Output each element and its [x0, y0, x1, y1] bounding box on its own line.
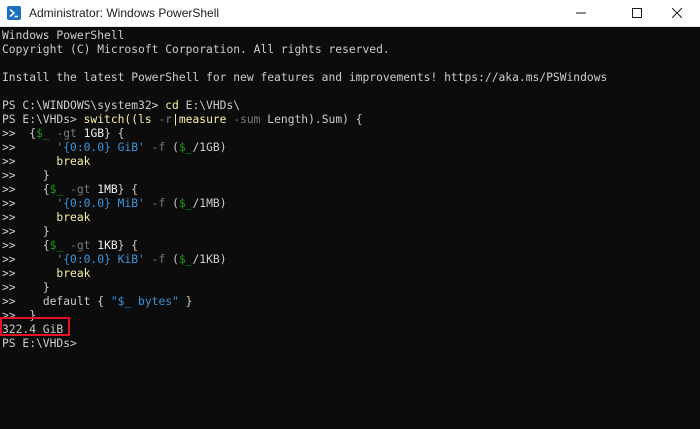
window-title: Administrator: Windows PowerShell [29, 6, 220, 20]
continuation-line: >> } [2, 169, 50, 183]
continuation-line: >> {$_ -gt 1GB} { [2, 127, 124, 141]
close-icon [672, 8, 682, 18]
keyword-text: default { [42, 295, 111, 308]
code-text: } [178, 295, 193, 308]
parameter-text: -sum [233, 113, 261, 126]
command-text: Length).Sum) { [260, 113, 363, 126]
operator-text: -gt [49, 127, 84, 140]
command-argument: E:\VHDs\ [178, 99, 241, 112]
code-text: } { [117, 183, 139, 196]
continuation-line: >> default { "$_ bytes" } [2, 295, 192, 309]
close-button[interactable] [654, 0, 700, 27]
continuation-prompt: >> [2, 211, 16, 224]
command-text: |measure [172, 113, 234, 126]
code-text: /1MB) [192, 197, 227, 210]
string-text: "$_ bytes" [110, 295, 179, 308]
continuation-line: >> '{0:0.0} MiB' -f ($_/1MB) [2, 197, 227, 211]
continuation-prompt: >> [2, 239, 16, 252]
title-bar[interactable]: Administrator: Windows PowerShell [0, 0, 700, 27]
variable-text: $_ [36, 127, 50, 140]
string-text: '{0:0.0} GiB' [56, 141, 145, 154]
continuation-prompt: >> [2, 183, 16, 196]
scrollbar[interactable] [693, 27, 700, 429]
minimize-button[interactable] [558, 0, 604, 27]
code-text: } { [104, 127, 125, 140]
header-line-1: Windows PowerShell [2, 29, 125, 42]
console-output[interactable]: Windows PowerShell Copyright (C) Microso… [0, 27, 700, 429]
continuation-line: >> {$_ -gt 1KB} { [2, 239, 138, 253]
variable-text: $_ [178, 197, 193, 210]
operator-text: -f [144, 141, 173, 154]
continuation-prompt: >> [2, 197, 16, 210]
keyword-text: break [56, 267, 91, 280]
variable-text: $_ [49, 239, 64, 252]
keyword-text: break [56, 211, 91, 224]
prompt-line-2: PS E:\VHDs> switch((ls -r|measure -sum L… [2, 113, 363, 127]
code-text: /1KB) [192, 253, 227, 266]
variable-text: $_ [178, 253, 193, 266]
header-line-2: Copyright (C) Microsoft Corporation. All… [2, 43, 390, 56]
parameter-text: -r [158, 113, 173, 126]
continuation-line: >> {$_ -gt 1MB} { [2, 183, 138, 197]
code-text: ( [172, 141, 179, 154]
command-text: switch((ls [83, 113, 159, 126]
variable-text: $_ [49, 183, 64, 196]
operator-text: -gt [63, 183, 98, 196]
code-text: { [42, 183, 50, 196]
string-text: '{0:0.0} KiB' [56, 253, 145, 266]
code-text: /1GB) [192, 141, 227, 154]
continuation-line: >> break [2, 267, 90, 281]
prompt-text: PS E:\VHDs> [2, 113, 84, 126]
code-text: } [42, 169, 50, 182]
code-text: } { [117, 239, 139, 252]
continuation-line: >> break [2, 211, 90, 225]
header-line-3: Install the latest PowerShell for new fe… [2, 71, 608, 84]
number-text: 1GB [83, 127, 105, 140]
prompt-line-1: PS C:\WINDOWS\system32> cd E:\VHDs\ [2, 99, 240, 113]
number-text: 1MB [97, 183, 118, 196]
code-text: ( [172, 197, 179, 210]
prompt-text: PS C:\WINDOWS\system32> [2, 99, 166, 112]
string-text: '{0:0.0} MiB' [56, 197, 145, 210]
operator-text: -f [144, 253, 173, 266]
operator-text: -gt [63, 239, 98, 252]
keyword-text: break [56, 155, 91, 168]
code-text: { [42, 239, 50, 252]
code-text: } [42, 281, 50, 294]
continuation-prompt: >> [2, 281, 16, 294]
continuation-prompt: >> [2, 155, 16, 168]
continuation-prompt: >> [2, 127, 16, 140]
continuation-line: >> break [2, 155, 90, 169]
powershell-window: Administrator: Windows PowerShell Window… [0, 0, 700, 429]
continuation-line: >> '{0:0.0} KiB' -f ($_/1KB) [2, 253, 227, 267]
code-text: ( [172, 253, 179, 266]
continuation-line: >> '{0:0.0} GiB' -f ($_/1GB) [2, 141, 227, 155]
code-text: { [15, 127, 37, 140]
prompt-line-3: PS E:\VHDs> [2, 337, 77, 350]
operator-text: -f [144, 197, 173, 210]
continuation-line: >> } [2, 225, 50, 239]
continuation-prompt: >> [2, 169, 16, 182]
variable-text: $_ [178, 141, 193, 154]
result-highlight-box [0, 317, 70, 336]
continuation-prompt: >> [2, 253, 16, 266]
minimize-icon [576, 12, 586, 14]
continuation-prompt: >> [2, 225, 16, 238]
continuation-prompt: >> [2, 141, 16, 154]
continuation-prompt: >> [2, 267, 16, 280]
continuation-line: >> } [2, 281, 50, 295]
number-text: 1KB [97, 239, 118, 252]
code-text: } [42, 225, 50, 238]
continuation-prompt: >> [2, 295, 16, 308]
powershell-icon [7, 6, 21, 20]
maximize-icon [632, 8, 642, 18]
command-text: cd [165, 99, 179, 112]
